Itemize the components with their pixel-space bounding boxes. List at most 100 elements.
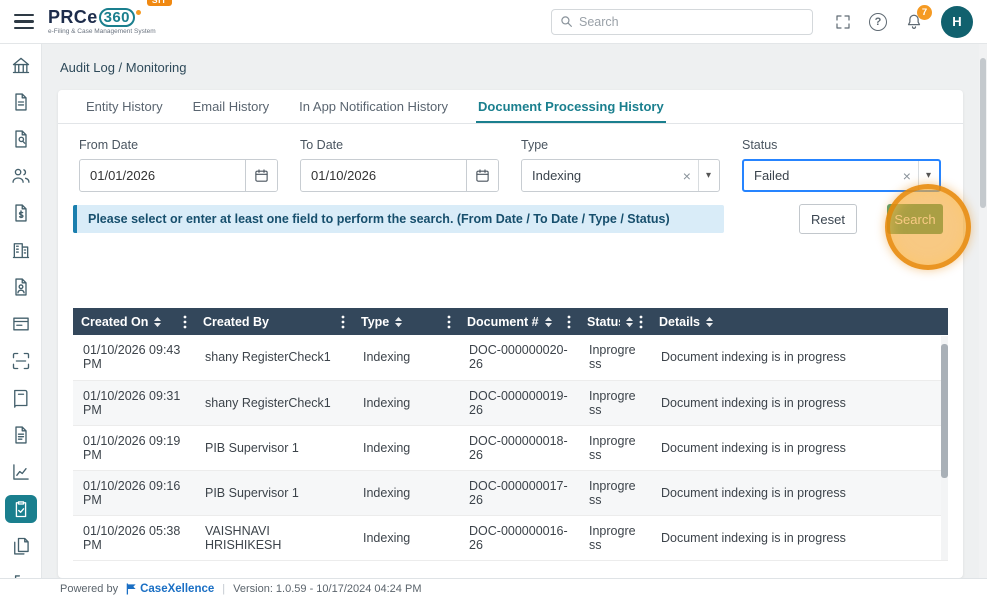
search-input[interactable] (579, 15, 804, 29)
to-date-field[interactable] (300, 159, 499, 192)
sidebar-item[interactable] (5, 347, 37, 375)
hamburger-menu-button[interactable] (14, 14, 34, 29)
footer-separator: | (222, 583, 225, 595)
status-label: Status (742, 138, 941, 152)
user-avatar[interactable]: H (941, 6, 973, 38)
table-cell: Document indexing is in progress (651, 470, 948, 515)
from-date-field[interactable] (79, 159, 278, 192)
chevron-down-icon[interactable]: ▾ (698, 160, 711, 191)
to-date-input[interactable] (301, 168, 466, 183)
table-row[interactable]: 01/10/2026 09:43 PMshany RegisterCheck1I… (73, 335, 948, 380)
sidebar-item[interactable] (5, 51, 37, 79)
sort-icon[interactable] (544, 316, 553, 328)
casexellence-logo[interactable]: CaseXellence (126, 583, 214, 595)
search-button-wrap: Search (887, 204, 943, 234)
sort-icon[interactable] (394, 316, 403, 328)
sidebar-item[interactable] (5, 125, 37, 153)
column-header-type[interactable]: Type (353, 308, 459, 335)
status-select-value: Failed (754, 168, 896, 183)
footer: Powered by CaseXellence | Version: 1.0.5… (0, 578, 987, 599)
filter-bar: From Date To Date (58, 124, 963, 192)
page-scrollbar-thumb[interactable] (980, 58, 986, 208)
table-cell: Document indexing is in progress (651, 425, 948, 470)
to-date-filter: To Date (300, 138, 499, 192)
fullscreen-button[interactable] (835, 14, 851, 30)
table-cell: DOC-000000020-26 (459, 335, 579, 380)
help-button[interactable]: ? (869, 13, 887, 31)
table-cell: Inprogress (579, 335, 651, 380)
sort-icon[interactable] (625, 316, 634, 328)
sidebar-item[interactable] (5, 384, 37, 412)
sidebar-item[interactable] (5, 458, 37, 486)
table-cell: DOC-000000018-26 (459, 425, 579, 470)
breadcrumb-bar: Audit Log / Monitoring (42, 44, 979, 90)
table-cell: shany RegisterCheck1 (195, 380, 353, 425)
column-menu-icon[interactable] (341, 315, 345, 329)
breadcrumb: Audit Log / Monitoring (60, 60, 186, 75)
app-logo[interactable]: SIT PRCe360 e-Filing & Case Management S… (48, 8, 156, 36)
sidebar-item[interactable] (5, 273, 37, 301)
table-row[interactable]: 01/10/2026 09:19 PMPIB Supervisor 1Index… (73, 425, 948, 470)
tab-entity-history[interactable]: Entity History (84, 91, 165, 123)
table-cell: 01/10/2026 09:16 PM (73, 470, 195, 515)
from-date-label: From Date (79, 138, 278, 152)
type-select[interactable]: Indexing × ▾ (521, 159, 720, 192)
tab-document-processing-history[interactable]: Document Processing History (476, 91, 666, 123)
table-row[interactable]: 01/10/2026 09:31 PMshany RegisterCheck1 I… (73, 380, 948, 425)
column-header-details[interactable]: Details (651, 308, 948, 335)
from-date-filter: From Date (79, 138, 278, 192)
type-filter: Type Indexing × ▾ (521, 138, 720, 192)
page-scrollbar[interactable] (979, 44, 987, 578)
table-cell: 01/10/2026 09:31 PM (73, 380, 195, 425)
column-menu-icon[interactable] (639, 315, 643, 329)
table-cell: PIB Supervisor 1 (195, 470, 353, 515)
table-row[interactable]: 01/10/2026 09:16 PMPIB Supervisor 1Index… (73, 470, 948, 515)
sidebar-item[interactable] (5, 569, 37, 578)
column-menu-icon[interactable] (183, 315, 187, 329)
table-cell: Inprogress (579, 425, 651, 470)
column-label: Details (659, 315, 700, 329)
tab-in-app-notification-history[interactable]: In App Notification History (297, 91, 450, 123)
table-cell: Inprogress (579, 380, 651, 425)
sidebar-item[interactable] (5, 532, 37, 560)
sidebar-item[interactable] (5, 495, 37, 523)
table-scrollbar-thumb[interactable] (941, 344, 948, 478)
file-search-icon (11, 129, 31, 149)
global-search[interactable] (551, 9, 813, 35)
tab-email-history[interactable]: Email History (191, 91, 272, 123)
sidebar-item[interactable] (5, 236, 37, 264)
sidebar-item[interactable] (5, 162, 37, 190)
app-window: SIT PRCe360 e-Filing & Case Management S… (0, 0, 987, 599)
from-date-input[interactable] (80, 168, 245, 183)
notifications-button[interactable]: 7 (905, 13, 923, 31)
clear-icon[interactable]: × (683, 169, 691, 183)
clear-icon[interactable]: × (903, 169, 911, 183)
sidebar-item[interactable] (5, 310, 37, 338)
calendar-icon[interactable] (245, 160, 277, 191)
column-header-status[interactable]: Status (579, 308, 651, 335)
column-header-created-by[interactable]: Created By (195, 308, 353, 335)
column-header-created-on[interactable]: Created On (73, 308, 195, 335)
status-filter: Status Failed × ▾ (742, 138, 941, 192)
table-scrollbar[interactable] (941, 336, 948, 560)
sidebar-item[interactable] (5, 421, 37, 449)
sort-icon[interactable] (705, 316, 714, 328)
search-button[interactable]: Search (887, 204, 943, 234)
table-row[interactable]: 01/10/2026 05:38 PMVAISHNAVI HRISHIKESHI… (73, 515, 948, 560)
sort-icon[interactable] (153, 316, 162, 328)
file-user-icon (11, 277, 31, 297)
column-menu-icon[interactable] (447, 315, 451, 329)
sidebar-item[interactable] (5, 199, 37, 227)
column-header-document-[interactable]: Document # (459, 308, 579, 335)
status-select[interactable]: Failed × ▾ (742, 159, 941, 192)
column-menu-icon[interactable] (567, 315, 571, 329)
tab-bar: Entity History Email History In App Notifi… (58, 90, 963, 124)
calendar-icon[interactable] (466, 160, 498, 191)
reset-button[interactable]: Reset (799, 204, 857, 234)
chevron-down-icon[interactable]: ▾ (918, 161, 931, 190)
column-label: Type (361, 315, 389, 329)
type-select-value: Indexing (532, 168, 676, 183)
version-label: Version: 1.0.59 - 10/17/2024 04:24 PM (233, 583, 421, 595)
content-card: Entity History Email History In App Notifi… (58, 90, 963, 578)
sidebar-item[interactable] (5, 88, 37, 116)
